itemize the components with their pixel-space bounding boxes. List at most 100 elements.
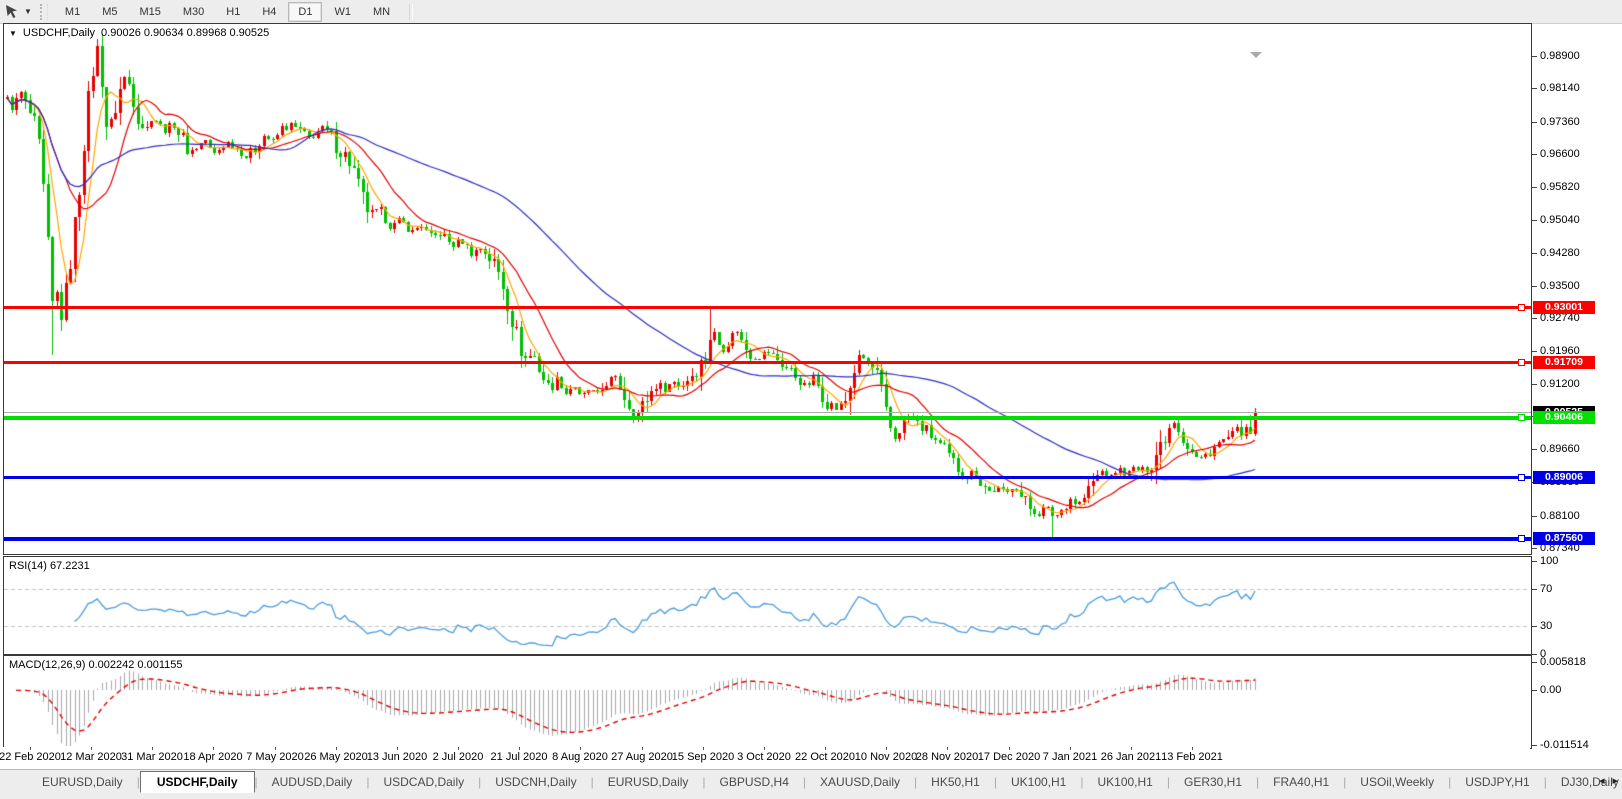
level-line-0.89006[interactable] xyxy=(4,476,1531,479)
chart-tabs: EURUSD,Daily|USDCHF,Daily|AUDUSD,Daily|U… xyxy=(0,770,1622,793)
date-label: 18 Apr 2020 xyxy=(183,751,242,763)
timeframe-button-h4[interactable]: H4 xyxy=(252,2,286,22)
tab-uk100-h1[interactable]: UK100,H1 xyxy=(997,772,1080,792)
level-line-0.90406[interactable] xyxy=(4,416,1531,420)
current-price-line xyxy=(4,412,1531,413)
tab-usdchf-daily[interactable]: USDCHF,Daily xyxy=(140,771,255,793)
price-tick-label: 0.91200 xyxy=(1540,378,1580,390)
timeframe-button-d1[interactable]: D1 xyxy=(288,2,322,22)
date-label: 10 Nov 2020 xyxy=(855,751,917,763)
tab-usdjpy-h1[interactable]: USDJPY,H1 xyxy=(1451,772,1543,792)
tab-usdcnh-daily[interactable]: USDCNH,Daily xyxy=(481,772,590,792)
level-line-0.91709[interactable] xyxy=(4,361,1531,364)
tab-ger30-h1[interactable]: GER30,H1 xyxy=(1170,772,1256,792)
time-axis[interactable]: 22 Feb 202012 Mar 202031 Mar 202018 Apr … xyxy=(3,747,1530,767)
tab-eurusd-daily[interactable]: EURUSD,Daily xyxy=(594,772,703,792)
date-tick xyxy=(91,747,92,750)
date-label: 22 Feb 2020 xyxy=(0,751,61,763)
timeframe-button-m30[interactable]: M30 xyxy=(173,2,214,22)
macd-tick xyxy=(1531,745,1537,746)
level-badge-0.93001: 0.93001 xyxy=(1533,301,1595,314)
tab-uk100-h1[interactable]: UK100,H1 xyxy=(1083,772,1166,792)
macd-axis-label: 0.00 xyxy=(1540,684,1561,696)
date-tick xyxy=(1192,747,1193,750)
candlestick-canvas[interactable] xyxy=(4,24,1529,552)
tab-usdcad-daily[interactable]: USDCAD,Daily xyxy=(369,772,478,792)
tab-gbpusd-h4[interactable]: GBPUSD,H4 xyxy=(706,772,803,792)
toolbar-drag-handle[interactable] xyxy=(40,4,48,20)
price-tick-label: 0.89660 xyxy=(1540,443,1580,455)
level-line-0.93001[interactable] xyxy=(4,306,1531,309)
date-label: 17 Dec 2020 xyxy=(978,751,1040,763)
symbol-dropdown-icon[interactable]: ▼ xyxy=(9,29,17,38)
timeframe-button-h1[interactable]: H1 xyxy=(216,2,250,22)
date-tick xyxy=(886,747,887,750)
rsi-axis-label: 100 xyxy=(1540,555,1558,567)
chart-symbol: USDCHF,Daily xyxy=(23,27,95,39)
level-handle-0.91709[interactable] xyxy=(1518,359,1525,366)
price-tick xyxy=(1531,516,1537,517)
price-tick xyxy=(1531,88,1537,89)
price-tick-label: 0.95820 xyxy=(1540,181,1580,193)
date-label: 15 Sep 2020 xyxy=(672,751,734,763)
tab-eurusd-daily[interactable]: EURUSD,Daily xyxy=(28,772,137,792)
date-tick xyxy=(825,747,826,750)
price-tick-label: 0.98140 xyxy=(1540,82,1580,94)
timeframe-toolbar: ▼ M1M5M15M30H1H4D1W1MN xyxy=(0,0,1622,24)
rsi-canvas[interactable] xyxy=(4,557,1529,652)
date-tick xyxy=(519,747,520,750)
timeframe-button-w1[interactable]: W1 xyxy=(324,2,361,22)
price-tick-label: 0.95040 xyxy=(1540,214,1580,226)
macd-canvas[interactable] xyxy=(4,656,1529,746)
timeframe-button-mn[interactable]: MN xyxy=(363,2,400,22)
tab-usoil-weekly[interactable]: USOil,Weekly xyxy=(1346,772,1448,792)
level-handle-0.89006[interactable] xyxy=(1518,474,1525,481)
date-label: 2 Jul 2020 xyxy=(433,751,484,763)
date-tick xyxy=(703,747,704,750)
level-line-0.87560[interactable] xyxy=(4,537,1531,541)
price-tick xyxy=(1531,351,1537,352)
date-tick xyxy=(947,747,948,750)
dropdown-caret-icon[interactable]: ▼ xyxy=(24,7,32,16)
price-tick-label: 0.96600 xyxy=(1540,148,1580,160)
date-label: 3 Oct 2020 xyxy=(737,751,791,763)
timeframe-button-m5[interactable]: M5 xyxy=(92,2,127,22)
price-tick-label: 0.94280 xyxy=(1540,247,1580,259)
date-label: 13 Jun 2020 xyxy=(367,751,428,763)
date-tick xyxy=(642,747,643,750)
price-tick-label: 0.97360 xyxy=(1540,116,1580,128)
tab-audusd-daily[interactable]: AUDUSD,Daily xyxy=(258,772,367,792)
price-tick-label: 0.88100 xyxy=(1540,510,1580,522)
tab-hk50-h1[interactable]: HK50,H1 xyxy=(917,772,994,792)
level-handle-0.93001[interactable] xyxy=(1518,304,1525,311)
rsi-label: RSI(14) 67.2231 xyxy=(9,560,90,572)
timeframe-button-m1[interactable]: M1 xyxy=(55,2,90,22)
level-handle-0.87560[interactable] xyxy=(1518,535,1525,542)
price-tick xyxy=(1531,122,1537,123)
level-handle-0.90406[interactable] xyxy=(1518,414,1525,421)
tab-xauusd-daily[interactable]: XAUUSD,Daily xyxy=(806,772,914,792)
price-tick xyxy=(1531,548,1537,549)
rsi-tick xyxy=(1531,589,1537,590)
mt4-terminal: ▼ M1M5M15M30H1H4D1W1MN ▼ USDCHF,Daily 0.… xyxy=(0,0,1622,799)
date-label: 31 Mar 2020 xyxy=(121,751,183,763)
tab-scroll-right-icon[interactable]: ▸ xyxy=(1612,774,1618,787)
tab-scroll-left-icon[interactable]: ◂ xyxy=(1599,774,1605,787)
date-label: 21 Jul 2020 xyxy=(491,751,548,763)
macd-label: MACD(12,26,9) 0.002242 0.001155 xyxy=(9,659,182,671)
date-label: 27 Aug 2020 xyxy=(611,751,673,763)
chart-shift-marker-icon[interactable] xyxy=(1250,52,1262,58)
macd-tick xyxy=(1531,690,1537,691)
chart-title: ▼ USDCHF,Daily 0.90026 0.90634 0.89968 0… xyxy=(9,27,269,39)
price-tick xyxy=(1531,286,1537,287)
cursor-tool-icon[interactable] xyxy=(4,4,22,20)
date-label: 26 May 2020 xyxy=(304,751,368,763)
timeframe-button-m15[interactable]: M15 xyxy=(129,2,170,22)
rsi-panel: RSI(14) 67.2231 xyxy=(3,556,1532,655)
date-label: 28 Nov 2020 xyxy=(916,751,978,763)
tab-fra40-h1[interactable]: FRA40,H1 xyxy=(1259,772,1343,792)
date-tick xyxy=(397,747,398,750)
price-tick xyxy=(1531,253,1537,254)
price-tick xyxy=(1531,56,1537,57)
date-tick xyxy=(1131,747,1132,750)
